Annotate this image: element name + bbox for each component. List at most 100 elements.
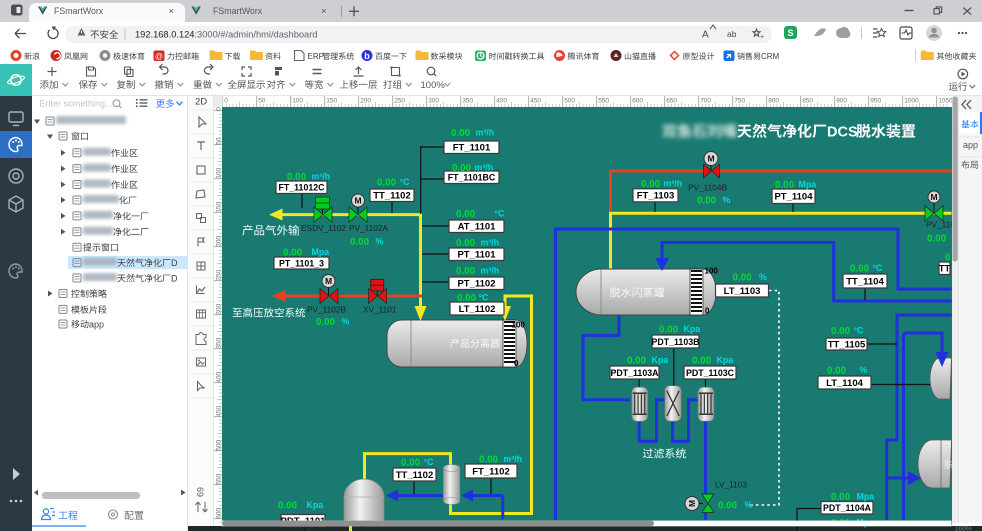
svg-text:%: % xyxy=(342,317,350,327)
svg-text:100: 100 xyxy=(705,267,719,276)
svg-text:PDT_1103C: PDT_1103C xyxy=(686,368,735,378)
svg-text:350: 350 xyxy=(462,98,473,105)
svg-text:0.00: 0.00 xyxy=(456,209,476,220)
svg-text:PV_1104B: PV_1104B xyxy=(688,183,728,193)
svg-text:Enter something...: Enter something... xyxy=(40,99,113,109)
svg-text:LT_1104: LT_1104 xyxy=(826,378,864,389)
svg-text:°C: °C xyxy=(495,209,506,219)
svg-text:PT_1104: PT_1104 xyxy=(774,192,813,203)
svg-text:CRM: CRM xyxy=(761,52,780,61)
svg-text:50: 50 xyxy=(216,137,223,145)
svg-text:Mpa: Mpa xyxy=(857,492,875,502)
svg-text:%: % xyxy=(745,500,753,510)
svg-text:°C: °C xyxy=(424,457,435,467)
svg-text:TT: TT xyxy=(939,264,951,275)
svg-text:m³/h: m³/h xyxy=(312,172,331,182)
svg-text:0.00: 0.00 xyxy=(733,273,753,284)
svg-text:900: 900 xyxy=(836,98,847,105)
svg-text:PT_1102: PT_1102 xyxy=(457,279,495,290)
svg-text:250: 250 xyxy=(394,98,405,105)
svg-text:%: % xyxy=(759,272,767,282)
svg-text:100: 100 xyxy=(292,98,303,105)
svg-text:PDT_1103B: PDT_1103B xyxy=(652,337,700,347)
svg-text:0.00: 0.00 xyxy=(401,458,421,469)
svg-text:FSmartWorx: FSmartWorx xyxy=(54,6,104,16)
svg-text:×: × xyxy=(169,6,175,17)
svg-text:D: D xyxy=(171,258,178,268)
svg-text:DCS: DCS xyxy=(827,125,858,141)
svg-text:A: A xyxy=(702,30,709,41)
svg-text:0.00: 0.00 xyxy=(718,501,738,512)
svg-text:ab: ab xyxy=(727,29,737,39)
svg-text:PV_110: PV_110 xyxy=(926,220,955,230)
svg-text:0.00: 0.00 xyxy=(350,237,370,248)
svg-text:200: 200 xyxy=(360,98,371,105)
svg-text:PDT_1103A: PDT_1103A xyxy=(611,368,660,378)
svg-text:550: 550 xyxy=(598,98,609,105)
svg-text:0.00: 0.00 xyxy=(659,325,679,336)
svg-text:600: 600 xyxy=(632,98,643,105)
svg-text:450: 450 xyxy=(216,405,223,416)
svg-text:°C: °C xyxy=(479,293,490,303)
svg-text:350: 350 xyxy=(216,337,223,348)
svg-text:850: 850 xyxy=(802,98,813,105)
svg-text:500: 500 xyxy=(216,439,223,450)
svg-text:0.00: 0.00 xyxy=(287,172,307,183)
svg-text:0: 0 xyxy=(705,307,710,316)
svg-text:m³/h: m³/h xyxy=(481,266,500,276)
svg-text:m³/h: m³/h xyxy=(664,179,683,189)
svg-text:+: + xyxy=(760,34,764,41)
svg-text:%: % xyxy=(376,237,384,247)
svg-text:ERP: ERP xyxy=(308,52,324,61)
svg-text:0: 0 xyxy=(216,107,223,111)
svg-text:LV_1103: LV_1103 xyxy=(715,480,747,490)
svg-text:700: 700 xyxy=(700,98,711,105)
svg-text:0.00: 0.00 xyxy=(850,264,870,275)
svg-text:300: 300 xyxy=(428,98,439,105)
svg-text:M: M xyxy=(707,154,714,164)
svg-text:150: 150 xyxy=(326,98,337,105)
svg-text:%: % xyxy=(860,365,868,375)
svg-text:0.00: 0.00 xyxy=(457,293,477,304)
svg-text:AT_1101: AT_1101 xyxy=(458,222,497,233)
svg-text:FT_1103: FT_1103 xyxy=(637,191,675,202)
svg-text:FT_1101: FT_1101 xyxy=(453,143,491,154)
svg-text:M: M xyxy=(687,500,697,507)
svg-text:550: 550 xyxy=(216,473,223,484)
svg-text:app: app xyxy=(89,320,104,330)
svg-text:%: % xyxy=(723,195,731,205)
svg-text:PV_1102B: PV_1102B xyxy=(307,305,347,315)
svg-text:100: 100 xyxy=(512,321,526,330)
svg-text:TT_1105: TT_1105 xyxy=(828,339,866,350)
svg-text:300: 300 xyxy=(216,303,223,314)
svg-text:m³/h: m³/h xyxy=(475,163,494,173)
svg-text:TT_1102: TT_1102 xyxy=(373,191,411,202)
svg-text:50: 50 xyxy=(258,98,266,105)
svg-text:400: 400 xyxy=(496,98,507,105)
svg-text:100%: 100% xyxy=(955,526,972,531)
svg-text:2D: 2D xyxy=(195,97,207,108)
svg-text:0.00: 0.00 xyxy=(456,238,476,249)
svg-text:500: 500 xyxy=(564,98,575,105)
svg-text:Kpa: Kpa xyxy=(684,324,701,334)
svg-text:0.00: 0.00 xyxy=(456,266,476,277)
svg-text:0.00: 0.00 xyxy=(316,317,336,328)
svg-text:app: app xyxy=(963,140,978,150)
svg-text:0.00: 0.00 xyxy=(831,492,851,503)
svg-text:0.00: 0.00 xyxy=(775,180,795,191)
svg-text:D: D xyxy=(171,274,178,284)
svg-text:1000: 1000 xyxy=(904,98,919,105)
svg-text:m³/h: m³/h xyxy=(476,128,495,138)
svg-text:0: 0 xyxy=(224,98,228,105)
svg-text:69: 69 xyxy=(195,487,205,497)
svg-text:PV_1102A: PV_1102A xyxy=(349,223,389,233)
svg-text:950: 950 xyxy=(870,98,881,105)
svg-text:PT_1101: PT_1101 xyxy=(457,250,496,261)
svg-text:0.00: 0.00 xyxy=(452,163,472,174)
svg-text:°C: °C xyxy=(854,326,865,336)
svg-text:m³/h: m³/h xyxy=(481,238,500,248)
svg-text:200: 200 xyxy=(216,235,223,246)
svg-text:0.00: 0.00 xyxy=(831,326,851,337)
svg-text:S: S xyxy=(787,28,793,38)
svg-text:400: 400 xyxy=(216,371,223,382)
